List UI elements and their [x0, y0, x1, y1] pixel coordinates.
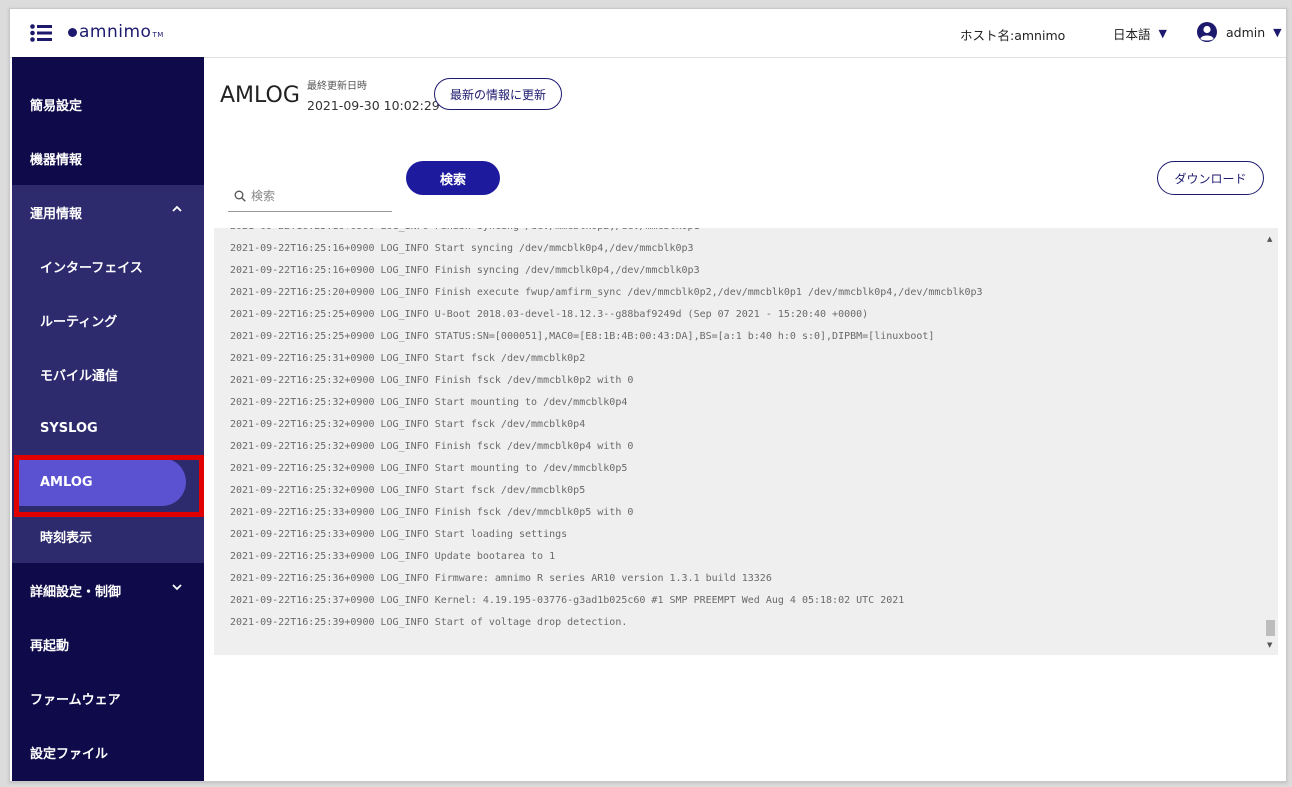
log-line: 2021-09-22T16:25:16+0900 LOG_INFO Finish… — [230, 228, 983, 238]
log-line: 2021-09-22T16:25:16+0900 LOG_INFO Finish… — [230, 265, 700, 276]
log-line: 2021-09-22T16:25:32+0900 LOG_INFO Finish… — [230, 375, 634, 386]
chevron-down-icon — [172, 584, 182, 591]
menu-icon[interactable] — [30, 24, 52, 42]
log-line: 2021-09-22T16:25:33+0900 LOG_INFO Start … — [230, 529, 568, 540]
sidebar-item-syslog[interactable]: SYSLOG — [12, 401, 204, 455]
log-scrollbar[interactable]: ▲ ▼ — [1262, 228, 1278, 655]
sidebar-item-device-info[interactable]: 機器情報 — [12, 131, 204, 185]
log-line: 2021-09-22T16:25:37+0900 LOG_INFO Kernel… — [230, 595, 905, 606]
page-title: AMLOG — [220, 83, 300, 108]
log-line: 2021-09-22T16:25:16+0900 LOG_INFO Start … — [230, 243, 694, 254]
search-icon — [234, 190, 246, 202]
sidebar: 簡易設定 機器情報 運用情報 インターフェイス ルーティング モバイル通信 SY… — [12, 57, 204, 781]
log-line: 2021-09-22T16:25:25+0900 LOG_INFO U-Boot… — [230, 309, 869, 320]
sidebar-item-label: モバイル通信 — [40, 368, 119, 384]
download-button[interactable]: ダウンロード — [1157, 161, 1264, 195]
sidebar-item-label: 機器情報 — [30, 152, 83, 168]
sidebar-item-interface[interactable]: インターフェイス — [12, 239, 204, 293]
log-line: 2021-09-22T16:25:36+0900 LOG_INFO Firmwa… — [230, 573, 772, 584]
log-line: 2021-09-22T16:25:39+0900 LOG_INFO Start … — [230, 617, 628, 628]
sidebar-item-label: 再起動 — [30, 638, 70, 654]
last-updated-label: 最終更新日時 — [307, 81, 367, 92]
last-updated-time: 2021-09-30 10:02:29 — [307, 98, 440, 113]
caret-down-icon: ▼ — [1273, 25, 1282, 39]
scroll-up-arrow[interactable]: ▲ — [1267, 235, 1272, 243]
log-line: 2021-09-22T16:25:32+0900 LOG_INFO Start … — [230, 419, 586, 430]
user-menu[interactable]: admin ▼ — [1196, 21, 1282, 43]
refresh-button[interactable]: 最新の情報に更新 — [434, 78, 562, 110]
sidebar-item-label: 設定ファイル — [30, 746, 109, 762]
sidebar-item-routing[interactable]: ルーティング — [12, 293, 204, 347]
log-line: 2021-09-22T16:25:32+0900 LOG_INFO Start … — [230, 485, 586, 496]
log-line: 2021-09-22T16:25:32+0900 LOG_INFO Finish… — [230, 441, 634, 452]
sidebar-item-label: 運用情報 — [30, 206, 83, 222]
logo-trademark: TM — [152, 31, 164, 39]
logo-dot — [68, 27, 77, 37]
sidebar-item-advanced-settings[interactable]: 詳細設定・制御 — [12, 563, 204, 617]
log-line: 2021-09-22T16:25:31+0900 LOG_INFO Start … — [230, 353, 586, 364]
sidebar-item-time-display[interactable]: 時刻表示 — [12, 509, 204, 563]
highlight-annotation — [14, 455, 204, 517]
sidebar-item-label: ルーティング — [40, 314, 118, 330]
log-line: 2021-09-22T16:25:25+0900 LOG_INFO STATUS… — [230, 331, 935, 342]
avatar-icon — [1197, 22, 1217, 42]
log-line: 2021-09-22T16:25:33+0900 LOG_INFO Finish… — [230, 507, 634, 518]
language-label: 日本語 — [1113, 27, 1151, 42]
search-input[interactable] — [251, 189, 381, 203]
logo-text: amnimo — [79, 22, 152, 42]
search-field — [228, 179, 392, 212]
scrollbar-thumb[interactable] — [1266, 620, 1275, 636]
log-line: 2021-09-22T16:25:20+0900 LOG_INFO Finish… — [230, 287, 983, 298]
sidebar-item-label: ファームウェア — [30, 692, 121, 708]
language-selector[interactable]: 日本語 ▼ — [1113, 24, 1167, 43]
sidebar-item-label: インターフェイス — [40, 260, 143, 276]
sidebar-item-operation-info[interactable]: 運用情報 — [12, 185, 204, 239]
top-bar: amnimo TM ホスト名:amnimo 日本語 ▼ admin ▼ — [10, 9, 1286, 58]
sidebar-item-label: 時刻表示 — [40, 530, 93, 546]
log-lines: 2021-09-22T16:25:16+0900 LOG_INFO Finish… — [230, 228, 983, 634]
app-window: amnimo TM ホスト名:amnimo 日本語 ▼ admin ▼ 簡易設定… — [9, 8, 1287, 782]
user-name: admin — [1226, 24, 1266, 40]
caret-down-icon: ▼ — [1158, 27, 1167, 40]
sidebar-item-label: 簡易設定 — [30, 98, 83, 114]
sidebar-item-mobile[interactable]: モバイル通信 — [12, 347, 204, 401]
sidebar-item-label: 詳細設定・制御 — [30, 584, 122, 600]
log-line: 2021-09-22T16:25:33+0900 LOG_INFO Update… — [230, 551, 556, 562]
sidebar-item-firmware[interactable]: ファームウェア — [12, 671, 204, 725]
log-line: 2021-09-22T16:25:32+0900 LOG_INFO Start … — [230, 463, 628, 474]
chevron-up-icon — [172, 205, 182, 212]
sidebar-item-reboot[interactable]: 再起動 — [12, 617, 204, 671]
sidebar-item-label: SYSLOG — [40, 420, 98, 436]
search-button[interactable]: 検索 — [406, 161, 500, 195]
sidebar-item-quick-settings[interactable]: 簡易設定 — [12, 77, 204, 131]
sidebar-item-config-file[interactable]: 設定ファイル — [12, 725, 204, 779]
amnimo-logo: amnimo TM — [68, 22, 164, 42]
scroll-down-arrow[interactable]: ▼ — [1267, 641, 1272, 649]
log-line: 2021-09-22T16:25:32+0900 LOG_INFO Start … — [230, 397, 628, 408]
host-name: ホスト名:amnimo — [960, 28, 1066, 43]
log-viewer[interactable]: 2021-09-22T16:25:16+0900 LOG_INFO Finish… — [214, 228, 1278, 655]
